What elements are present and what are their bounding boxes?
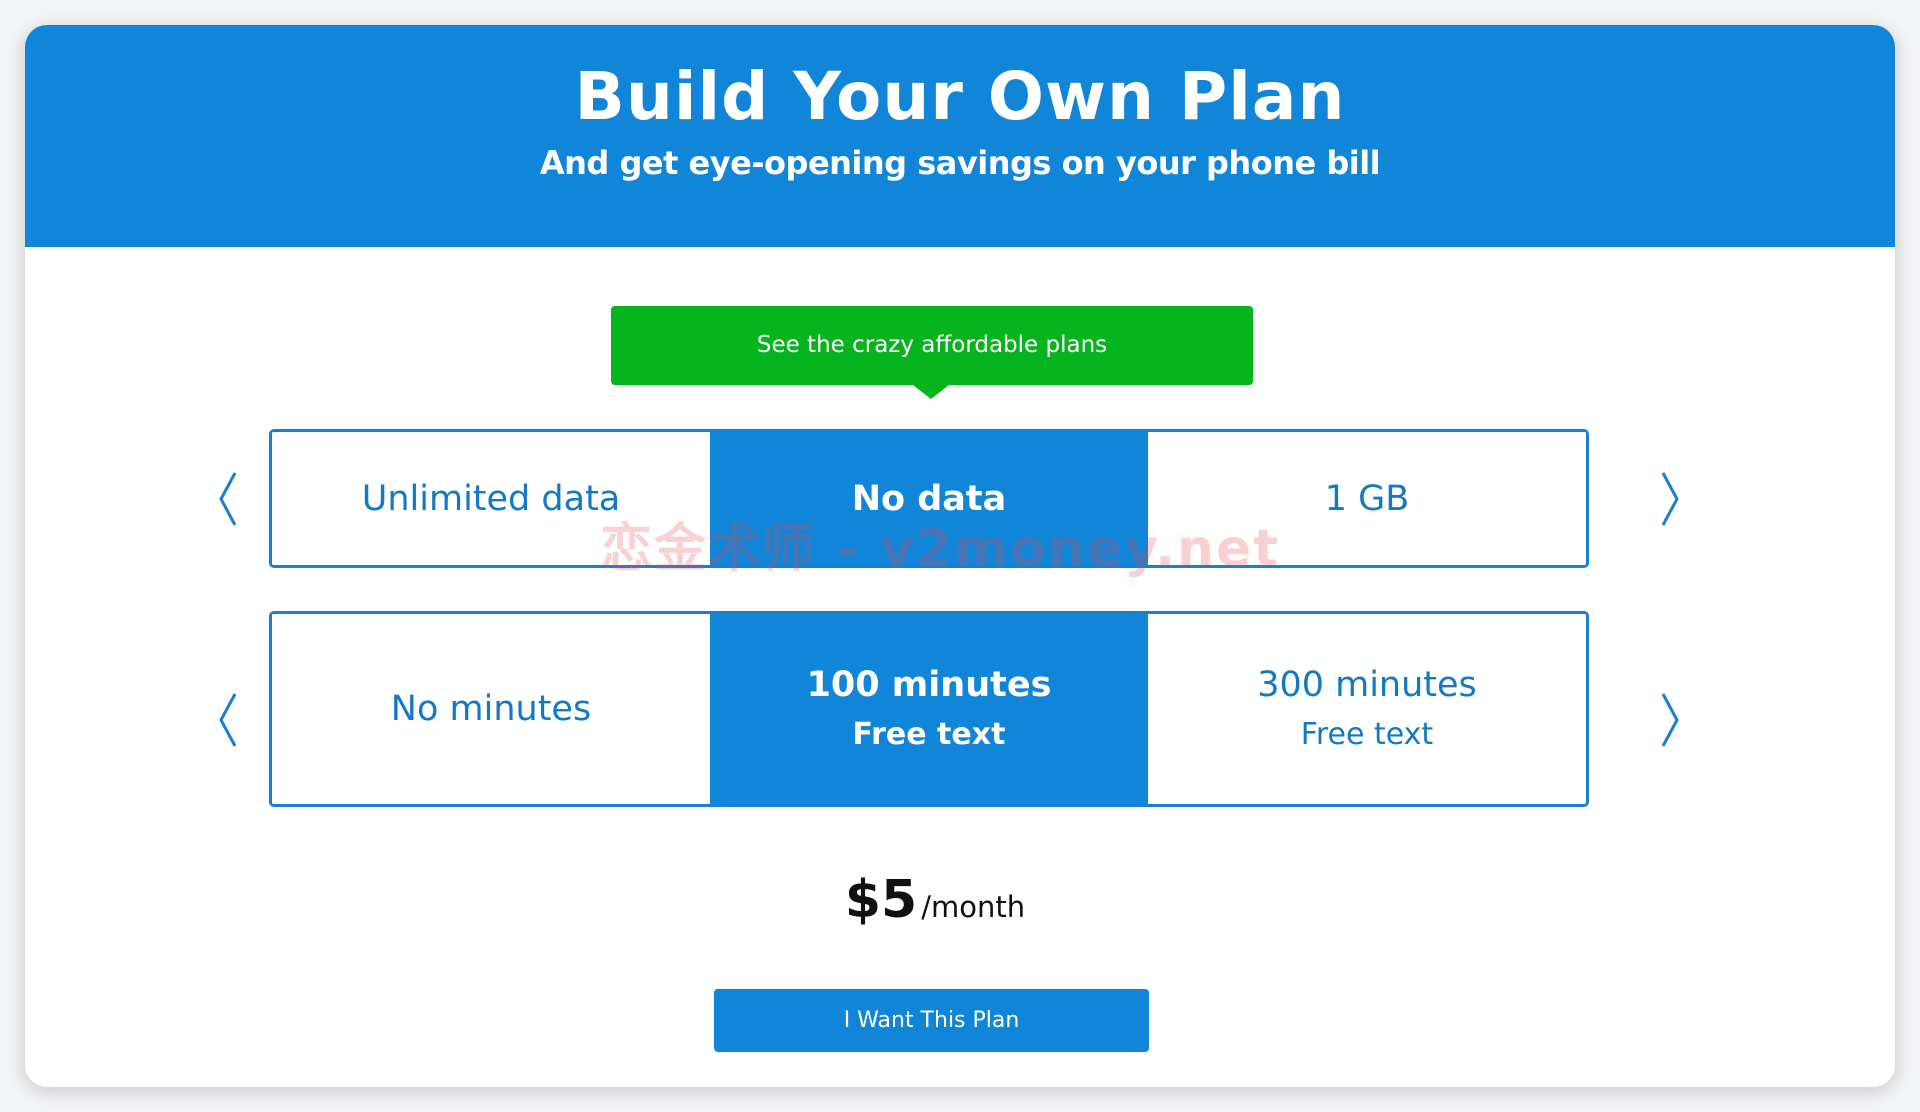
data-option-label: Unlimited data xyxy=(361,478,621,519)
data-selector: Unlimited data No data 1 GB xyxy=(269,429,1589,568)
minutes-option-label: No minutes xyxy=(390,689,592,729)
data-option-label: No data xyxy=(851,478,1007,519)
minutes-option-label: 100 minutes xyxy=(806,665,1052,705)
data-prev-chevron-left-icon[interactable] xyxy=(213,469,243,529)
minutes-option-sublabel: Free text xyxy=(852,717,1006,752)
page-subtitle: And get eye-opening savings on your phon… xyxy=(539,144,1381,182)
data-next-chevron-right-icon[interactable] xyxy=(1655,469,1685,529)
price-unit: /month xyxy=(921,890,1026,924)
page-title: Build Your Own Plan xyxy=(574,58,1346,135)
minutes-option-100[interactable]: 100 minutes Free text xyxy=(710,614,1148,804)
page-header: Build Your Own Plan And get eye-opening … xyxy=(25,25,1895,247)
minutes-option-sublabel: Free text xyxy=(1300,717,1434,752)
minutes-next-chevron-right-icon[interactable] xyxy=(1655,690,1685,750)
minutes-option-none[interactable]: No minutes xyxy=(272,614,710,804)
want-this-plan-button[interactable]: I Want This Plan xyxy=(714,989,1149,1052)
promo-pointer xyxy=(913,385,949,399)
data-option-label: 1 GB xyxy=(1324,478,1410,519)
data-option-none[interactable]: No data xyxy=(710,432,1148,565)
data-option-unlimited[interactable]: Unlimited data xyxy=(272,432,710,565)
minutes-selector: No minutes 100 minutes Free text 300 min… xyxy=(269,611,1589,807)
data-option-1gb[interactable]: 1 GB xyxy=(1148,432,1586,565)
price-amount: $5 xyxy=(844,870,918,930)
minutes-option-300[interactable]: 300 minutes Free text xyxy=(1148,614,1586,804)
minutes-prev-chevron-left-icon[interactable] xyxy=(213,690,243,750)
price-display: $5/month xyxy=(0,870,1870,930)
minutes-option-label: 300 minutes xyxy=(1257,665,1477,705)
see-plans-button[interactable]: See the crazy affordable plans xyxy=(611,306,1253,385)
